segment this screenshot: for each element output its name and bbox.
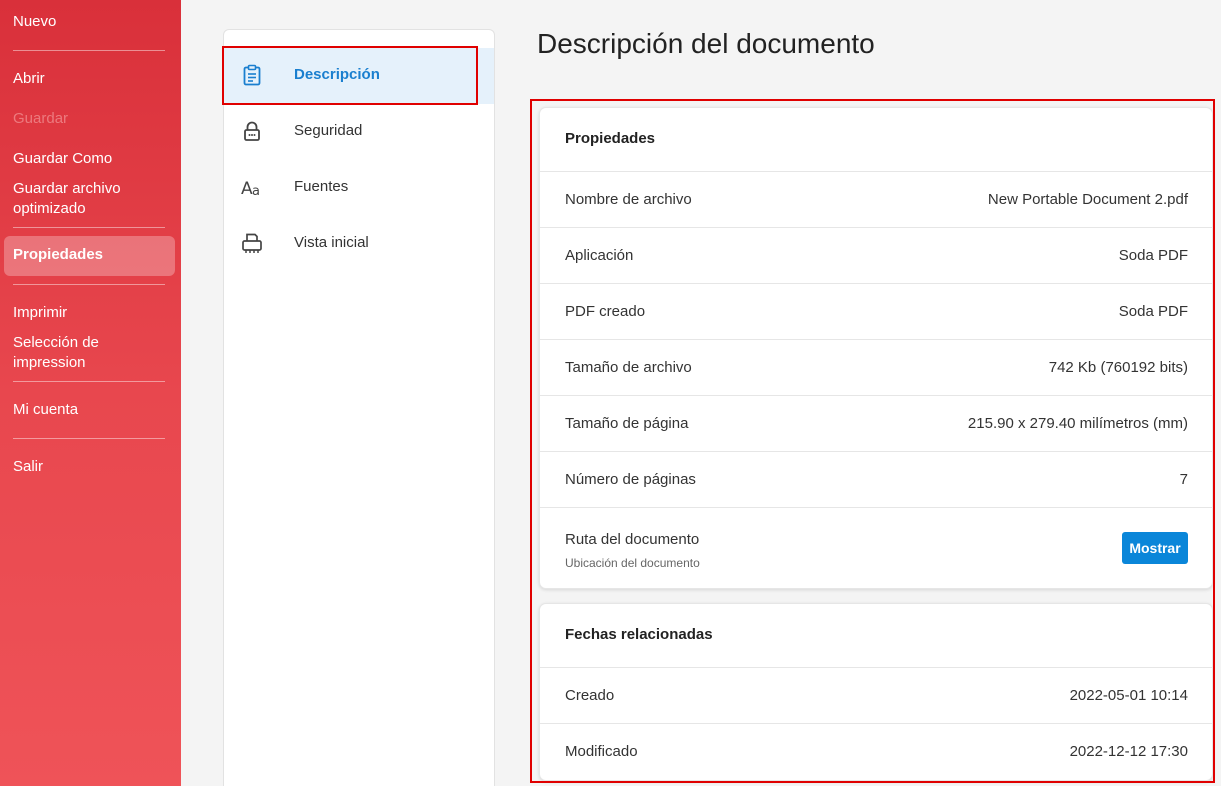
menu-item-salir[interactable]: Salir — [13, 457, 43, 477]
highlight-box — [530, 99, 1215, 783]
menu-item-mi-cuenta[interactable]: Mi cuenta — [13, 400, 78, 420]
menu-item-propiedades[interactable]: Propiedades — [4, 236, 175, 276]
menu-item-imprimir[interactable]: Imprimir — [13, 303, 67, 323]
nav-item-fuentes[interactable]: A a Fuentes — [224, 160, 494, 216]
menu-divider — [13, 438, 165, 439]
menu-item-guardar: Guardar — [13, 110, 69, 127]
svg-text:a: a — [252, 184, 260, 198]
file-menu-sidebar: Nuevo Abrir Guardar Guardar Como Guardar… — [0, 0, 181, 786]
menu-divider — [13, 284, 165, 285]
menu-divider — [13, 381, 165, 382]
page-title: Descripción del documento — [537, 28, 875, 59]
nav-item-label: Fuentes — [294, 178, 349, 195]
printer-icon — [242, 233, 262, 253]
menu-item-guardar-como[interactable]: Guardar Como — [13, 149, 112, 169]
menu-divider — [13, 227, 165, 228]
nav-item-vista-inicial[interactable]: Vista inicial — [224, 216, 494, 272]
nav-item-seguridad[interactable]: Seguridad — [224, 104, 494, 160]
menu-item-guardar-optimizado[interactable]: Guardar archivo optimizado — [13, 179, 163, 219]
nav-item-label: Vista inicial — [294, 234, 369, 251]
menu-item-label: Propiedades — [13, 246, 104, 263]
menu-item-nuevo[interactable]: Nuevo — [13, 12, 56, 32]
font-icon: A a — [241, 179, 260, 198]
menu-item-seleccion-impresion[interactable]: Selección de impression — [13, 333, 133, 373]
properties-nav-panel: Descripción Seguridad A a Fuentes Vista … — [223, 29, 495, 786]
highlight-box — [222, 46, 478, 105]
nav-item-label: Seguridad — [294, 122, 363, 139]
menu-item-abrir[interactable]: Abrir — [13, 69, 45, 89]
menu-divider — [13, 50, 165, 51]
lock-icon — [244, 121, 260, 141]
